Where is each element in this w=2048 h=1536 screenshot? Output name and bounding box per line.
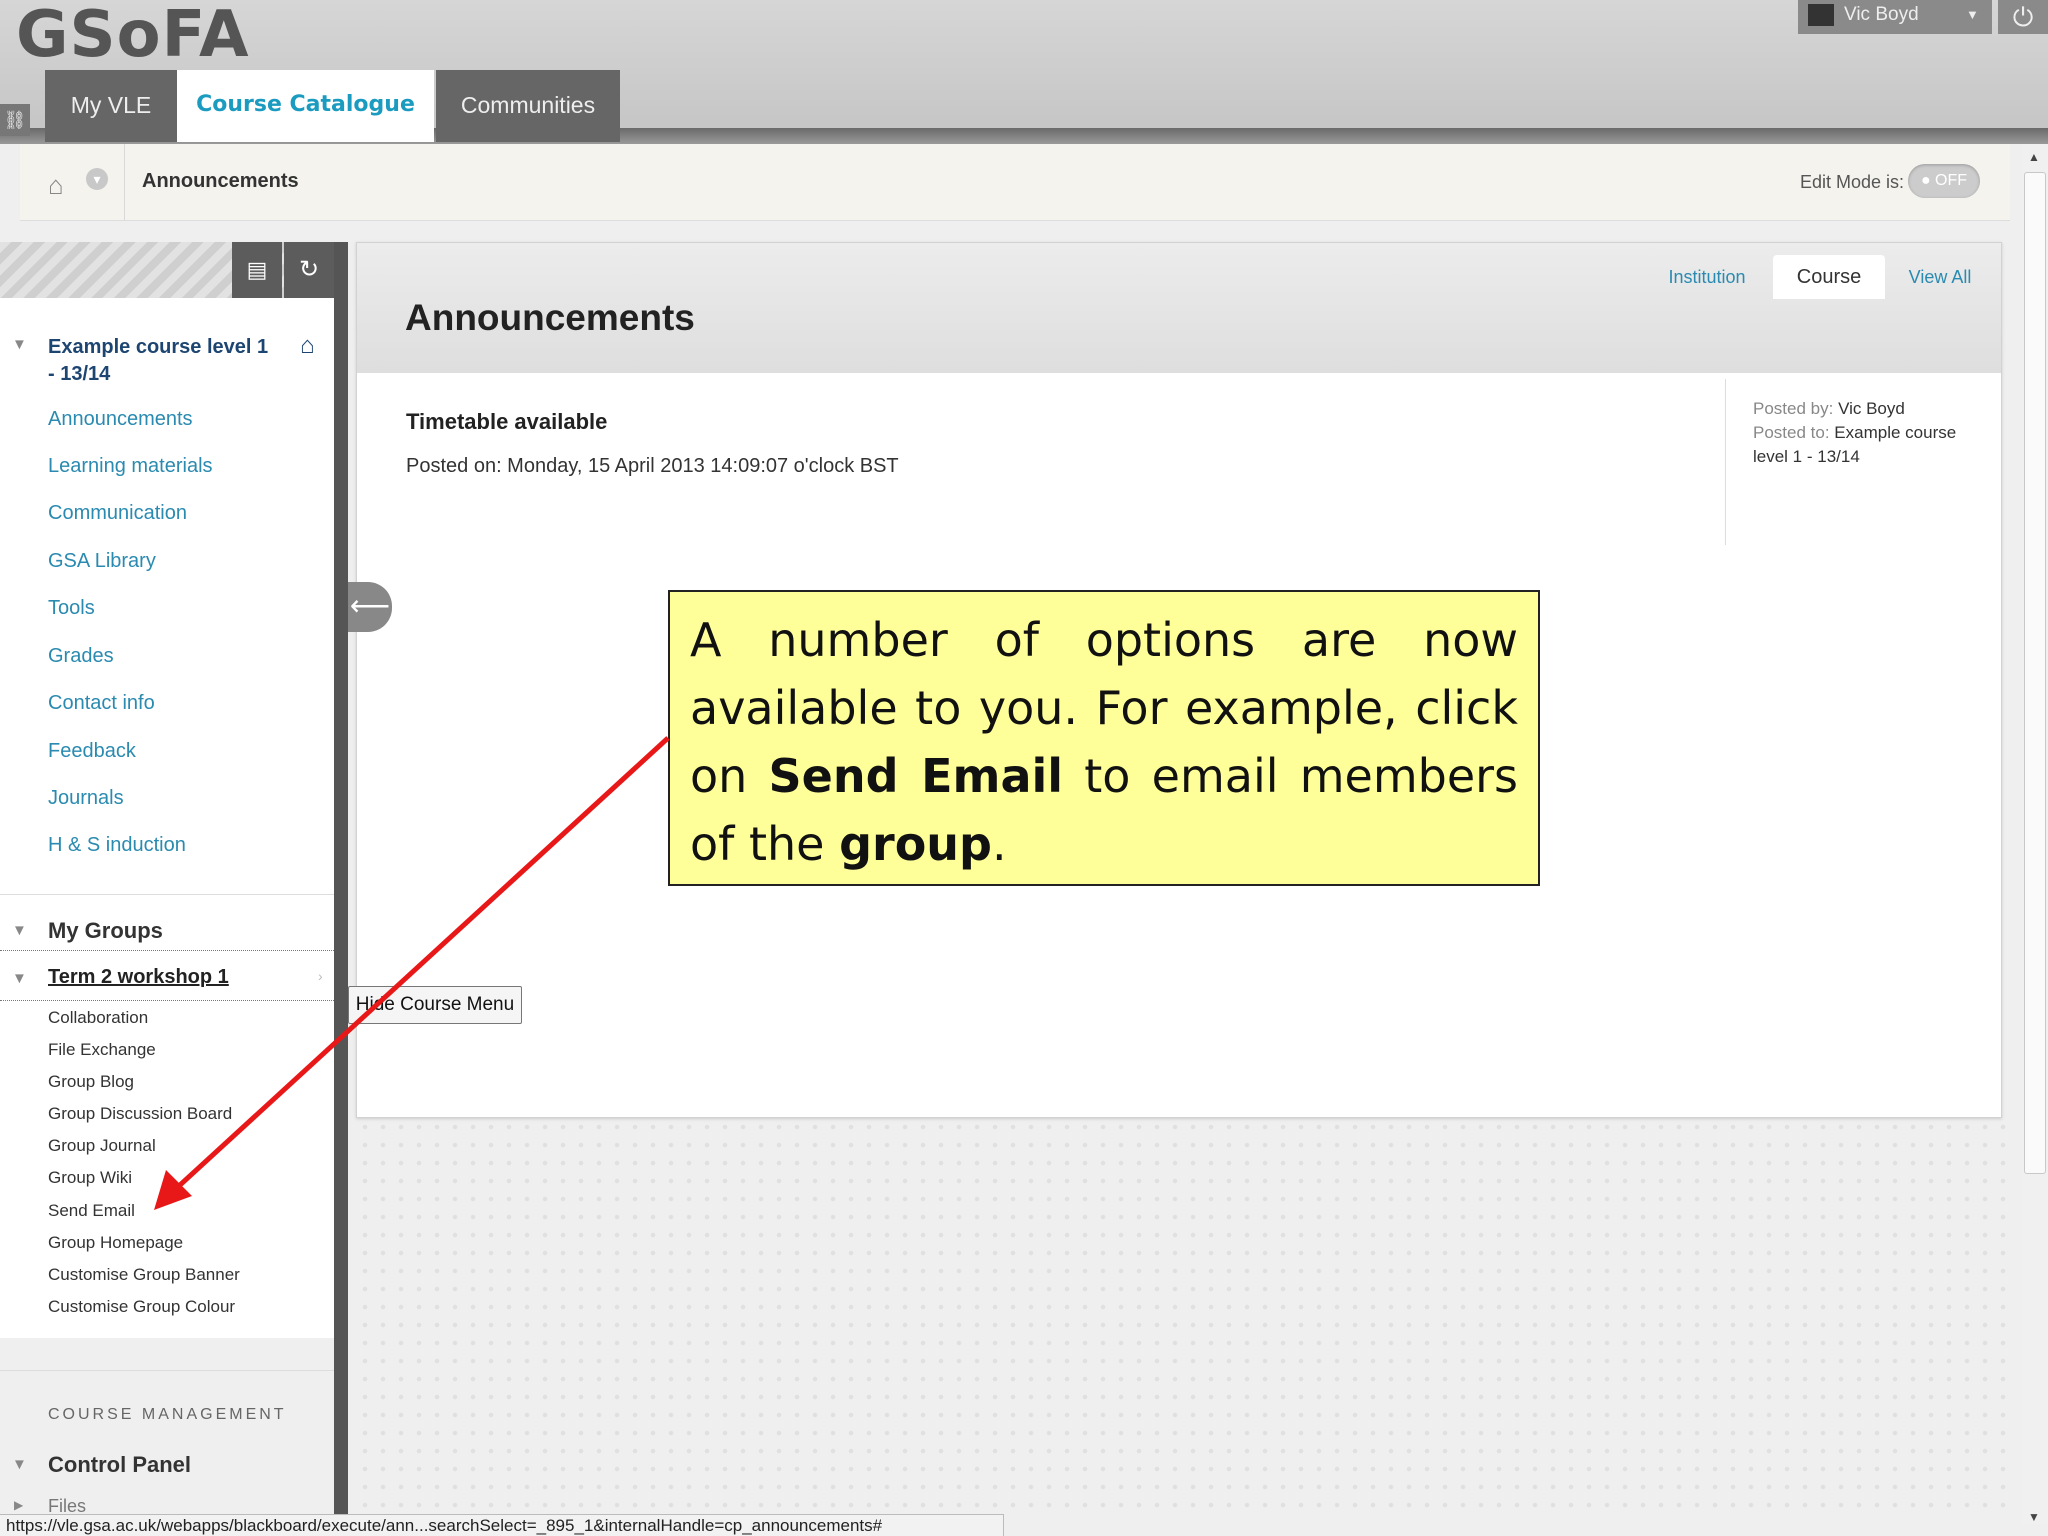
group-tool-customise-colour[interactable]: Customise Group Colour [48, 1297, 235, 1317]
announcement-date: Posted on: Monday, 15 April 2013 14:09:0… [406, 455, 899, 477]
announcement-meta: Posted by: Vic Boyd Posted to: Example c… [1753, 397, 1975, 469]
divider [124, 144, 125, 220]
divider [0, 1000, 334, 1001]
posted-by-value: Vic Boyd [1838, 399, 1905, 418]
group-tool-group-journal[interactable]: Group Journal [48, 1136, 156, 1156]
group-tool-group-wiki[interactable]: Group Wiki [48, 1168, 132, 1188]
hide-menu-arrow-icon[interactable]: ⟵ [348, 582, 392, 632]
scroll-down-icon[interactable]: ▼ [2028, 1510, 2040, 1524]
menu-item-learning-materials[interactable]: Learning materials [48, 455, 213, 478]
group-tool-discussion-board[interactable]: Group Discussion Board [48, 1104, 232, 1124]
breadcrumb-current: Announcements [142, 170, 299, 192]
edit-mode-toggle[interactable]: ● OFF [1908, 164, 1980, 198]
collapse-triangle-icon[interactable]: ▼ [12, 1456, 27, 1473]
divider [1725, 379, 1726, 545]
divider [0, 950, 334, 951]
callout-text: . [991, 817, 1007, 871]
my-groups-heading[interactable]: My Groups [48, 918, 163, 944]
chevron-right-icon[interactable]: › [318, 968, 323, 984]
background-pattern [356, 1118, 2016, 1518]
refresh-icon[interactable]: ↻ [284, 242, 334, 298]
breadcrumb: ⌂ ▾ Announcements Edit Mode is: ● OFF [20, 144, 2010, 221]
link-icon[interactable]: ⛓ [0, 104, 30, 136]
instruction-callout: A number of options are now available to… [668, 590, 1540, 886]
gsa-logo[interactable]: GSoFA [16, 0, 250, 72]
chevron-down-icon[interactable]: ▾ [86, 168, 108, 190]
course-menu-edge [334, 242, 348, 1536]
posted-by-label: Posted by: [1753, 399, 1834, 418]
scroll-up-icon[interactable]: ▲ [2028, 150, 2040, 164]
tab-communities[interactable]: Communities [436, 70, 620, 142]
collapse-triangle-icon[interactable]: ▼ [12, 336, 27, 353]
menu-item-communication[interactable]: Communication [48, 502, 187, 525]
posted-to-label: Posted to: [1753, 423, 1830, 442]
divider [0, 894, 334, 895]
chevron-down-icon: ▼ [1966, 7, 1979, 22]
folder-view-icon[interactable]: ▤ [232, 242, 282, 298]
user-avatar-icon [1808, 4, 1834, 26]
menu-item-contact-info[interactable]: Contact info [48, 692, 155, 715]
group-tool-group-blog[interactable]: Group Blog [48, 1072, 134, 1092]
collapse-triangle-icon[interactable]: ▼ [12, 970, 27, 987]
menu-item-grades[interactable]: Grades [48, 645, 114, 668]
course-title[interactable]: Example course level 1 - 13/14 [48, 334, 278, 388]
group-tool-send-email[interactable]: Send Email [48, 1201, 135, 1221]
group-tool-group-homepage[interactable]: Group Homepage [48, 1233, 183, 1253]
announcement-title: Timetable available [406, 409, 608, 434]
collapse-triangle-icon[interactable]: ▼ [12, 922, 27, 939]
group-tool-file-exchange[interactable]: File Exchange [48, 1040, 156, 1060]
menu-item-hs-induction[interactable]: H & S induction [48, 834, 186, 857]
power-icon[interactable]: ⏻ [1998, 0, 2048, 34]
menu-item-gsa-library[interactable]: GSA Library [48, 550, 156, 573]
group-link-term-2-workshop[interactable]: Term 2 workshop 1 [48, 966, 229, 989]
expand-triangle-icon[interactable]: ▶ [14, 1498, 23, 1512]
menu-item-feedback[interactable]: Feedback [48, 740, 136, 763]
home-icon[interactable]: ⌂ [48, 170, 64, 201]
group-tool-collaboration[interactable]: Collaboration [48, 1008, 148, 1028]
user-menu[interactable]: Vic Boyd ▼ [1798, 0, 1992, 34]
user-name: Vic Boyd [1844, 4, 1919, 25]
hide-course-menu-tooltip: Hide Course Menu [348, 986, 522, 1024]
menu-item-announcements[interactable]: Announcements [48, 408, 193, 431]
browser-status-bar: https://vle.gsa.ac.uk/webapps/blackboard… [0, 1514, 1004, 1536]
filter-tab-course[interactable]: Course [1773, 255, 1885, 299]
edit-mode-state: OFF [1935, 172, 1968, 189]
callout-bold-send-email: Send Email [768, 749, 1064, 803]
control-panel-heading[interactable]: Control Panel [48, 1452, 191, 1478]
scrollbar-thumb[interactable] [2024, 172, 2046, 1174]
divider [0, 1370, 334, 1371]
course-home-icon[interactable]: ⌂ [300, 332, 315, 360]
tab-my-vle[interactable]: My VLE [45, 70, 177, 142]
tab-course-catalogue[interactable]: Course Catalogue [177, 70, 434, 142]
menu-item-tools[interactable]: Tools [48, 597, 95, 620]
group-tool-customise-banner[interactable]: Customise Group Banner [48, 1265, 240, 1285]
filter-tab-institution[interactable]: Institution [1657, 255, 1757, 299]
page-title: Announcements [405, 297, 695, 338]
course-management-label: COURSE MANAGEMENT [48, 1406, 287, 1423]
menu-item-journals[interactable]: Journals [48, 787, 124, 810]
filter-tab-view-all[interactable]: View All [1895, 255, 1985, 299]
edit-mode-label: Edit Mode is: [1800, 172, 1905, 192]
callout-bold-group: group [839, 817, 992, 871]
